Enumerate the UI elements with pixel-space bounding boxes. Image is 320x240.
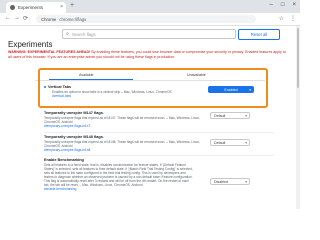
window-controls: – □ × bbox=[270, 2, 296, 8]
experiment-description-text: Sets all features to a fixed state; that… bbox=[44, 163, 193, 187]
chevron-down-icon: ▾ bbox=[249, 88, 251, 92]
experiment-state-select[interactable]: Default ▾ bbox=[210, 139, 250, 146]
flask-icon bbox=[10, 5, 15, 10]
omnibox-url[interactable]: chrome://flags bbox=[59, 17, 86, 22]
back-icon[interactable]: ← bbox=[5, 15, 11, 21]
experiment-description-text: Temporarily unexpire flags that expired … bbox=[44, 116, 200, 124]
menu-icon[interactable]: ⋮ bbox=[290, 15, 296, 22]
chevron-down-icon: ▾ bbox=[245, 180, 247, 184]
select-value: Default bbox=[214, 140, 226, 145]
select-value: Enabled bbox=[224, 87, 238, 92]
minimize-icon[interactable]: – bbox=[270, 2, 273, 8]
experiment-description: Temporarily unexpire flags that expired … bbox=[44, 140, 204, 152]
forward-icon[interactable]: → bbox=[14, 15, 20, 21]
experiment-description: Temporarily unexpire flags that expired … bbox=[44, 116, 204, 128]
reload-icon[interactable]: ⟳ bbox=[23, 15, 28, 22]
omnibox-chip[interactable]: Chrome bbox=[36, 17, 59, 22]
experiment-link[interactable]: #vertical-tabs bbox=[52, 94, 71, 98]
divider bbox=[44, 155, 274, 156]
toolbar-right: ☆ ⋮ bbox=[279, 15, 296, 22]
select-value: Default bbox=[214, 113, 226, 118]
tab-strip: Experiments × + – □ × bbox=[0, 0, 300, 13]
divider bbox=[44, 132, 274, 133]
experiment-link[interactable]: #temporary-unexpire-flags-m148 bbox=[44, 148, 90, 152]
chevron-down-icon: ▾ bbox=[245, 114, 247, 118]
experiment-title: Temporarily unexpire M147 flags. bbox=[44, 111, 104, 115]
experiment-description-text: Temporarily unexpire flags that expired … bbox=[44, 140, 200, 148]
experiment-title: Enable Benchmarking bbox=[44, 158, 84, 162]
browser-window: Experiments × + – □ × ← → ⟳ Chrome chrom… bbox=[0, 0, 300, 209]
maximize-icon[interactable]: □ bbox=[281, 2, 285, 8]
experiment-link[interactable]: #enable-benchmarking bbox=[44, 187, 76, 191]
address-bar[interactable]: Chrome chrome://flags bbox=[36, 15, 256, 23]
tab-close-icon[interactable]: × bbox=[60, 4, 63, 10]
flags-search-input[interactable]: ⌕ Search flags bbox=[62, 29, 236, 39]
scrollbar[interactable] bbox=[296, 26, 300, 209]
bookmark-star-icon[interactable]: ☆ bbox=[279, 15, 284, 22]
warning-strong: WARNING: EXPERIMENTAL FEATURES AHEAD! bbox=[8, 50, 91, 54]
experiment-state-select[interactable]: Disabled ▾ bbox=[210, 178, 250, 185]
flags-search-placeholder: Search flags bbox=[71, 31, 96, 37]
page-title: Experiments bbox=[8, 40, 53, 49]
browser-toolbar: ← → ⟳ Chrome chrome://flags ☆ ⋮ bbox=[0, 13, 300, 26]
tab-experiments[interactable]: Experiments × bbox=[6, 2, 66, 13]
flag-match-indicator bbox=[44, 86, 46, 88]
search-icon: ⌕ bbox=[66, 31, 69, 37]
close-icon[interactable]: × bbox=[292, 2, 296, 8]
chevron-down-icon: ▾ bbox=[245, 141, 247, 145]
experiment-title: Temporarily unexpire M148 flags. bbox=[44, 135, 104, 139]
experiment-title: Vertical Tabs bbox=[48, 85, 72, 89]
reset-all-button[interactable]: Reset all bbox=[238, 29, 280, 40]
tab-title: Experiments bbox=[18, 5, 44, 10]
experiment-description: Sets all features to a fixed state; that… bbox=[44, 163, 194, 191]
experiment-link[interactable]: #temporary-unexpire-flags-m147 bbox=[44, 124, 90, 128]
new-tab-button[interactable]: + bbox=[70, 2, 74, 9]
scrollbar-thumb[interactable] bbox=[297, 28, 299, 88]
select-value: Disabled bbox=[214, 179, 228, 184]
experiment-state-select[interactable]: Default ▾ bbox=[210, 112, 250, 119]
vertical-tabs-select[interactable]: Enabled ▾ bbox=[208, 86, 254, 93]
experiment-description: Enables an option to show tabs in a vert… bbox=[52, 90, 186, 98]
warning-text: WARNING: EXPERIMENTAL FEATURES AHEAD! By… bbox=[8, 50, 290, 59]
